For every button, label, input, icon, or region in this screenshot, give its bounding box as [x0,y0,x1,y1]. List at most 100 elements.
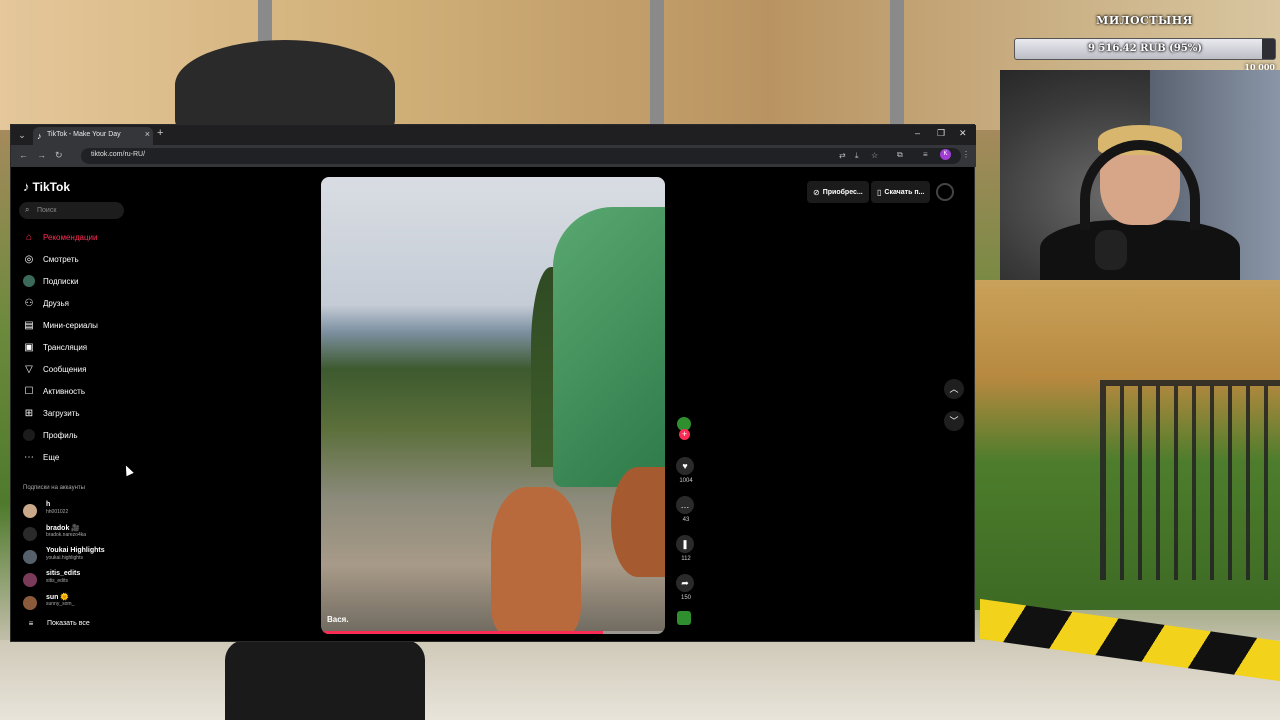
browser-window: ⌄ ♪ TikTok - Make Your Day × + – ❐ ✕ ← →… [10,124,976,642]
list-icon: ≡ [28,619,34,628]
translate-icon[interactable]: ⇄ [839,151,846,160]
music-disc-icon[interactable] [677,611,691,625]
video-dog [491,487,581,634]
download-label: Скачать п... [884,188,925,196]
nav-label: Трансляция [43,342,88,352]
video-progress-fill [321,631,604,634]
show-all-label: Показать все [47,620,90,627]
tab-close-icon[interactable]: × [145,129,150,139]
following-accounts-title: Подписки на аккаунты [23,485,85,491]
show-all-button[interactable]: ≡ Показать все [25,619,90,628]
background-pole [890,0,904,130]
address-bar[interactable]: tiktok.com/ru-RU/ ⇄ ⤓ ☆ [81,148,961,164]
more-icon: ⋯ [24,451,34,463]
user-avatar[interactable] [936,183,954,201]
account-handle: sitis_edits [46,578,68,584]
coins-button[interactable]: ⊘ Приобрес... [807,181,869,203]
restore-icon[interactable]: ❐ [937,128,945,139]
like-count: 1004 [679,478,693,484]
account-handle: bradok.narezo4ka [46,532,87,538]
media-icon[interactable]: ≡ [923,150,928,159]
window-close-icon[interactable]: ✕ [959,128,967,139]
logo-text: TikTok [32,179,71,194]
previous-video-chevron-up-icon[interactable]: ︿ [944,379,964,399]
donation-widget: МИЛОСТЫНЯ 9 516.42 RUB (95%) 10 000 [1012,10,1277,72]
browser-toolbar: ← → ↻ tiktok.com/ru-RU/ ⇄ ⤓ ☆ ⧉ ≡ K ⋮ [11,145,976,167]
comment-count: 43 [682,517,690,523]
video-caption: Вася. [327,615,349,624]
new-tab-plus-icon[interactable]: + [157,127,163,139]
account-handle: youkai.highlights [46,555,83,561]
nav-item-profile[interactable]: Профиль [23,427,78,443]
nav-item-activity[interactable]: ☐ Активность [23,383,86,399]
friends-icon: ⚇ [24,297,34,309]
minimize-icon[interactable]: – [915,128,920,138]
bookmark-star-icon[interactable]: ☆ [871,151,878,160]
follow-plus-icon[interactable]: + [679,429,690,440]
nav-item-live[interactable]: ▣ Трансляция [23,339,87,355]
messages-icon: ▽ [25,363,33,375]
avatar [23,527,37,541]
live-icon: ▣ [24,341,34,353]
tiktok-note-icon: ♪ [23,179,30,194]
nav-item-recommendations[interactable]: ⌂ Рекомендации [23,229,98,245]
phone-icon: ▯ [877,187,882,197]
menu-kebab-icon[interactable]: ⋮ [962,150,970,159]
nav-label: Рекомендации [43,232,98,242]
nav-item-explore[interactable]: ◎ Смотреть [23,251,79,267]
tab-list-chevron-icon[interactable]: ⌄ [15,128,29,142]
search-icon: ⌕ [25,205,30,214]
background-pole [650,0,664,130]
comment-icon[interactable]: … [676,496,694,514]
like-heart-icon[interactable]: ♥ [676,457,694,475]
background-character-hat [175,40,395,130]
nav-label: Мини-сериалы [43,320,98,330]
reload-icon[interactable]: ↻ [55,150,63,161]
account-name: bradok 🎥 [46,525,80,532]
search-box[interactable]: ⌕ [19,202,124,219]
back-arrow-icon[interactable]: ← [19,150,28,160]
forward-arrow-icon[interactable]: → [37,150,46,160]
nav-item-messages[interactable]: ▽ Сообщения [23,361,86,377]
video-dog [611,467,665,577]
profile-avatar[interactable]: K [940,149,951,160]
account-name: sitis_edits [46,570,81,577]
nav-item-more[interactable]: ⋯ Еще [23,449,59,465]
nav-item-upload[interactable]: ⊞ Загрузить [23,405,80,421]
video-player[interactable]: Вася. [321,177,665,634]
save-count: 112 [681,556,691,562]
share-count: 150 [680,595,691,601]
download-app-button[interactable]: ▯ Скачать п... [871,181,931,203]
share-arrow-icon[interactable]: ➦ [676,574,694,592]
microphone [1095,230,1127,270]
series-icon: ▤ [24,319,34,331]
tiktok-logo[interactable]: ♪ TikTok [23,179,70,194]
search-input[interactable] [37,204,117,217]
tab-bar: ⌄ ♪ TikTok - Make Your Day × + – ❐ ✕ [11,125,976,145]
nav-item-friends[interactable]: ⚇ Друзья [23,295,69,311]
upload-icon: ⊞ [24,407,34,419]
nav-label: Еще [43,452,60,462]
donation-amount: 9 516.42 RUB (95%) [1087,43,1203,54]
browser-tab[interactable]: ♪ TikTok - Make Your Day × [33,127,153,145]
webcam-feed [1000,70,1280,280]
nav-item-following[interactable]: Подписки [23,273,78,289]
background-character [225,640,425,720]
nav-label: Подписки [43,276,79,286]
next-video-chevron-down-icon[interactable]: ﹀ [944,411,964,431]
video-progress-bar[interactable] [321,631,665,634]
extensions-icon[interactable]: ⧉ [897,150,903,160]
account-handle: hh001022 [46,509,69,515]
account-handle: sunny_som_ [46,601,75,607]
nav-label: Друзья [43,298,69,308]
nav-item-mini-series[interactable]: ▤ Мини-сериалы [23,317,98,333]
donation-progress-bar: 9 516.42 RUB (95%) [1014,38,1276,60]
nav-label: Смотреть [43,254,79,264]
video-tent [553,207,665,487]
install-icon[interactable]: ⤓ [855,151,859,161]
tiktok-favicon-icon: ♪ [37,131,42,141]
account-name: h [46,501,51,508]
coins-label: Приобрес... [822,188,863,196]
activity-icon: ☐ [24,385,34,397]
bookmark-icon[interactable]: ❚ [676,535,694,553]
